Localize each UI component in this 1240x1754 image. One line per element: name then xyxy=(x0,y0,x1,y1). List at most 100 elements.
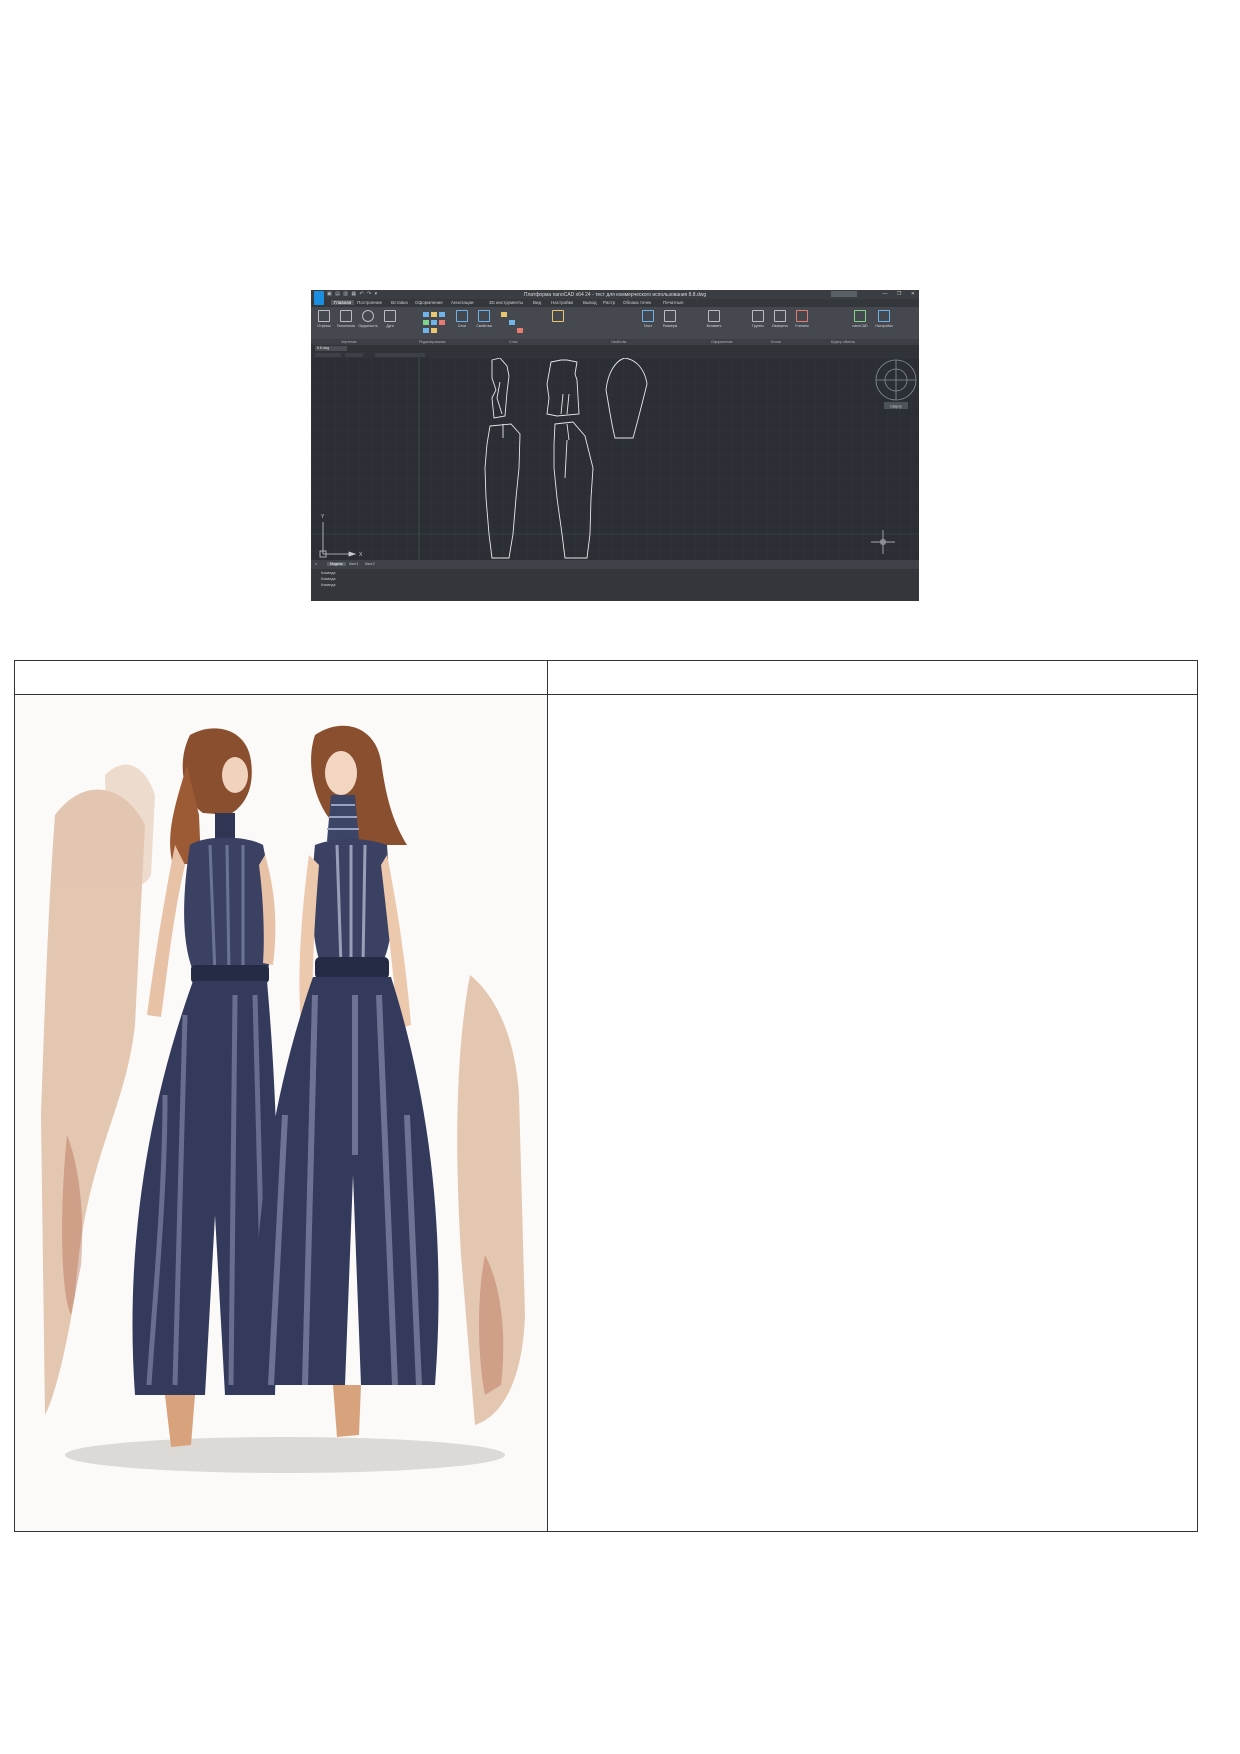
edit-tool-icon[interactable] xyxy=(423,312,429,317)
layer-tool-icon[interactable] xyxy=(517,328,523,333)
console-line: Команда: xyxy=(321,571,337,575)
ribbon-tab-bar: Главная Построение Вставка Оформление Ан… xyxy=(311,299,919,307)
view-tab[interactable] xyxy=(345,353,363,357)
viewcube-icon[interactable] xyxy=(875,359,917,401)
button-label: Вставить xyxy=(706,324,722,328)
ribbon-tab[interactable]: 3D инструменты xyxy=(489,300,523,305)
view-tab[interactable] xyxy=(315,353,341,357)
nanocad-button[interactable]: nanoCAD xyxy=(849,310,871,328)
drawing-canvas[interactable]: Сверху Y X xyxy=(311,358,919,560)
button-label: Размеры xyxy=(662,324,678,328)
layout-tab[interactable]: Лист1 xyxy=(349,562,359,566)
text-icon xyxy=(642,310,654,322)
table-header-cell-right xyxy=(548,661,556,694)
button-label: Полилиния xyxy=(336,324,356,328)
layout-tab-bar: ≡ Модель Лист1 Лист2 xyxy=(311,560,919,569)
properties-button[interactable]: Свойства xyxy=(473,310,495,328)
nanocad-icon xyxy=(854,310,866,322)
line-tool-button[interactable]: Отрезок xyxy=(313,310,335,328)
polyline-icon xyxy=(340,310,352,322)
panel-label: Буфер обмена xyxy=(831,340,855,344)
ribbon-tab[interactable]: Построение xyxy=(357,300,382,305)
button-label: nanoCAD xyxy=(852,324,868,328)
ribbon-toolbar: Отрезок Полилиния Окружность Дуга Слои С… xyxy=(311,307,919,345)
edit-tool-icon[interactable] xyxy=(439,320,445,325)
ribbon-tab[interactable]: Растр xyxy=(603,300,615,305)
button-label: Группы xyxy=(752,324,764,328)
window-controls[interactable]: — ❐ ✕ xyxy=(883,291,915,297)
ruler-icon xyxy=(774,310,786,322)
edit-tool-icon[interactable] xyxy=(431,328,437,333)
circle-tool-button[interactable]: Окружность xyxy=(357,310,379,328)
cad-screenshot: ▣ ▤ ▥ ▦ ↶ ↷ ▾ Платформа nanoCAD x64 24 -… xyxy=(311,290,919,601)
panel-label: Свойства xyxy=(611,340,627,344)
button-label: Слои xyxy=(457,324,467,328)
group-icon xyxy=(752,310,764,322)
panel-label: Редактирование xyxy=(419,340,446,344)
fashion-illustration xyxy=(15,695,547,1531)
button-label: Утилиты xyxy=(795,324,809,328)
view-tab[interactable] xyxy=(375,353,425,357)
document-tab[interactable]: 8.8.dwg xyxy=(315,346,347,351)
grid-background xyxy=(311,358,919,560)
panel-label: Черчение xyxy=(341,340,357,344)
button-label: Окружность xyxy=(358,324,378,328)
panel-label: Оформление xyxy=(711,340,733,344)
line-icon xyxy=(318,310,330,322)
viewcube-label: Сверху xyxy=(890,405,902,409)
panel-label: Слои xyxy=(509,340,518,344)
edit-tool-icon[interactable] xyxy=(423,320,429,325)
button-label: Текст xyxy=(643,324,653,328)
match-properties-button[interactable] xyxy=(547,310,569,324)
account-badge[interactable] xyxy=(831,291,857,297)
ribbon-tab[interactable]: Настройки xyxy=(551,300,573,305)
button-label: Дуга xyxy=(386,324,394,328)
document-tab-bar: 8.8.dwg xyxy=(311,345,919,352)
ribbon-tab[interactable]: Оформление xyxy=(415,300,443,305)
clipboard-icon xyxy=(708,310,720,322)
utilities-icon xyxy=(796,310,808,322)
ribbon-tab[interactable]: Облака точек xyxy=(623,300,651,305)
panel-label: Блоки xyxy=(771,340,781,344)
button-label: Настройки xyxy=(875,324,893,328)
brush-icon xyxy=(552,310,564,322)
layout-menu-icon[interactable]: ≡ xyxy=(315,562,317,566)
paste-button[interactable]: Вставить xyxy=(703,310,725,328)
layer-tool-icon[interactable] xyxy=(509,320,515,325)
dimensions-button[interactable]: Размеры xyxy=(659,310,681,328)
groups-button[interactable]: Группы xyxy=(747,310,769,328)
table-cell-illustration xyxy=(15,695,547,1531)
ribbon-tab[interactable]: Вывод xyxy=(583,300,597,305)
edit-tool-icon[interactable] xyxy=(431,312,437,317)
cad-title-bar: ▣ ▤ ▥ ▦ ↶ ↷ ▾ Платформа nanoCAD x64 24 -… xyxy=(311,290,919,305)
nanocad-logo-icon xyxy=(314,291,324,305)
table-cell-empty xyxy=(548,695,1198,1531)
ground-shadow xyxy=(65,1437,505,1473)
document-table xyxy=(14,660,1198,1532)
measure-button[interactable]: Измерить xyxy=(769,310,791,328)
utilities-button[interactable]: Утилиты xyxy=(791,310,813,328)
text-button[interactable]: Текст xyxy=(637,310,659,328)
layers-button[interactable]: Слои xyxy=(451,310,473,328)
pattern-drawing[interactable]: Сверху Y X xyxy=(311,358,919,560)
arc-tool-button[interactable]: Дуга xyxy=(379,310,401,328)
ribbon-tab[interactable]: Главная xyxy=(331,300,355,305)
edit-tool-icon[interactable] xyxy=(439,312,445,317)
layout-tab[interactable]: Лист2 xyxy=(365,562,375,566)
edit-tool-icon[interactable] xyxy=(431,320,437,325)
edit-tool-icon[interactable] xyxy=(423,328,429,333)
table-header-row xyxy=(15,661,1197,695)
table-header-cell-left xyxy=(15,661,23,694)
circle-icon xyxy=(362,310,374,322)
window-title: Платформа nanoCAD x64 24 - тест для комм… xyxy=(523,292,707,298)
ribbon-tab[interactable]: Печатные xyxy=(663,300,684,305)
settings-button[interactable]: Настройки xyxy=(873,310,895,328)
command-console[interactable]: Команда: Команда: Команда: xyxy=(311,569,919,601)
console-line: Команда: xyxy=(321,577,337,581)
ribbon-tab[interactable]: Вид xyxy=(533,300,541,305)
polyline-tool-button[interactable]: Полилиния xyxy=(335,310,357,328)
layout-tab-model[interactable]: Модель xyxy=(327,562,346,566)
ribbon-tab[interactable]: Аннотации xyxy=(451,300,474,305)
ribbon-tab[interactable]: Вставка xyxy=(391,300,408,305)
layer-bulb-icon[interactable] xyxy=(501,312,507,317)
